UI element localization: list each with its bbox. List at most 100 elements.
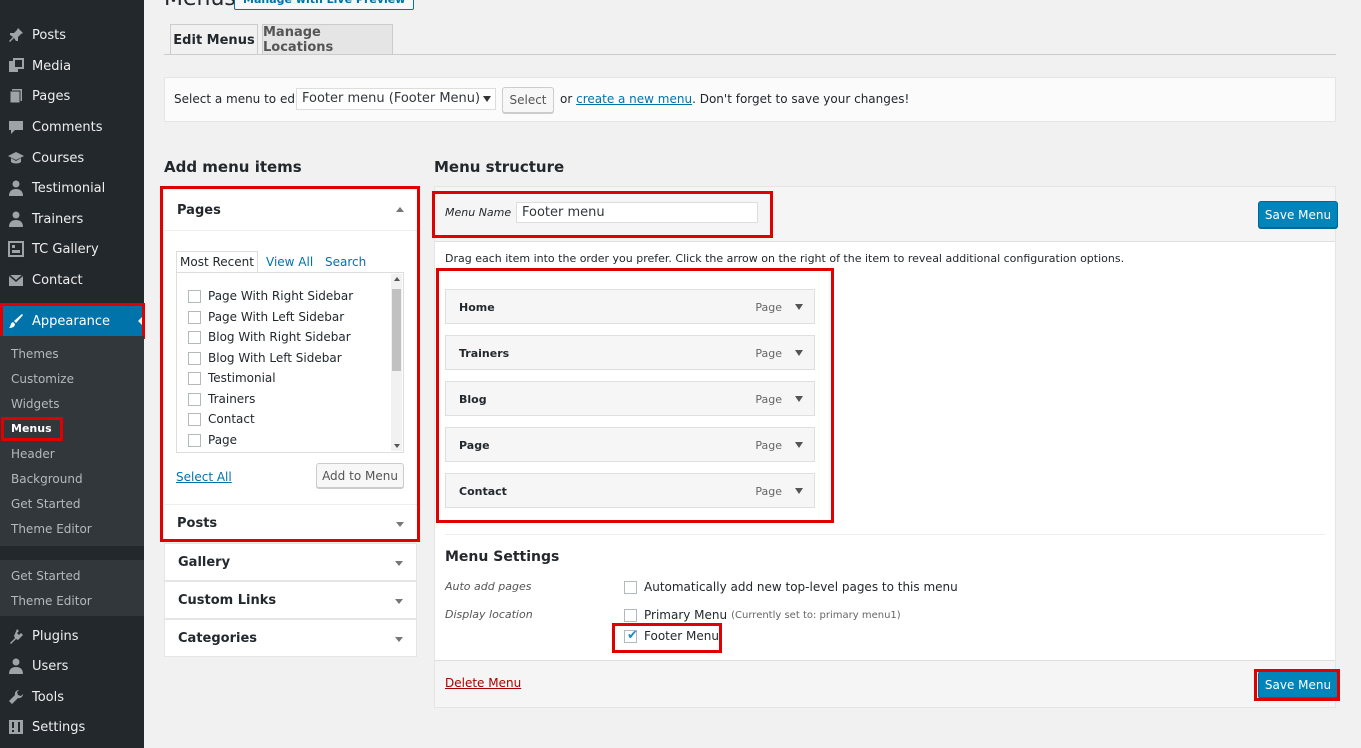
mail-icon: [8, 272, 24, 288]
primary-menu-checkbox[interactable]: [624, 608, 637, 622]
categories-accordion[interactable]: Categories: [164, 619, 417, 657]
create-menu-link[interactable]: create a new menu: [576, 92, 692, 106]
pages-accordion: Pages Most Recent View All Search Page W…: [164, 190, 417, 542]
sidebar-item-label: Settings: [32, 719, 86, 735]
menu-select-dropdown[interactable]: Footer menu (Footer Menu): [296, 88, 496, 110]
menu-item[interactable]: Blog Page: [445, 381, 815, 416]
list-item[interactable]: Page With Right Sidebar: [188, 289, 353, 303]
sidebar-item-label: Comments: [32, 119, 103, 135]
list-item-label: Trainers: [208, 392, 256, 406]
save-menu-button-bottom[interactable]: Save Menu: [1258, 671, 1338, 698]
sidebar-item-posts[interactable]: Posts: [0, 20, 144, 50]
sidebar-item-label: Users: [32, 658, 69, 674]
list-item[interactable]: Blog With Right Sidebar: [188, 330, 351, 344]
tab-most-recent[interactable]: Most Recent: [176, 251, 258, 272]
expand-arrow-icon[interactable]: [795, 442, 803, 448]
expand-arrow-icon[interactable]: [795, 488, 803, 494]
list-item[interactable]: Contact: [188, 412, 255, 426]
gallery-icon: [8, 241, 24, 257]
expand-arrow-icon[interactable]: [795, 396, 803, 402]
menu-item[interactable]: Trainers Page: [445, 335, 815, 370]
sidebar-item-pages[interactable]: Pages: [0, 81, 144, 111]
expand-arrow-icon[interactable]: [795, 304, 803, 310]
sidebar-item-media[interactable]: Media: [0, 51, 144, 81]
list-item[interactable]: Page With Left Sidebar: [188, 310, 344, 324]
checkbox[interactable]: [188, 351, 201, 365]
gallery-accordion[interactable]: Gallery: [164, 543, 417, 581]
delete-menu-link[interactable]: Delete Menu: [445, 676, 521, 690]
submenu-get-started[interactable]: Get Started: [11, 495, 81, 513]
list-item[interactable]: Page: [188, 433, 237, 447]
menu-item[interactable]: Page Page: [445, 427, 815, 462]
sidebar-item-users[interactable]: Users: [0, 651, 144, 681]
scroll-up-icon[interactable]: [394, 277, 400, 281]
auto-add-checkbox[interactable]: [624, 580, 637, 594]
submenu-get-started-2[interactable]: Get Started: [11, 567, 81, 585]
menu-footer: Delete Menu Save Menu: [435, 660, 1338, 707]
sidebar-item-tc-gallery[interactable]: TC Gallery: [0, 234, 144, 264]
select-button[interactable]: Select: [502, 87, 554, 113]
menu-name-input[interactable]: Footer menu: [516, 202, 758, 223]
sidebar-item-tools[interactable]: Tools: [0, 682, 144, 712]
primary-menu-text: Primary Menu: [644, 608, 728, 622]
list-item[interactable]: Testimonial: [188, 371, 276, 385]
menu-select-value: Footer menu (Footer Menu): [302, 91, 481, 106]
tab-edit-menus[interactable]: Edit Menus: [170, 24, 258, 55]
submenu-menus[interactable]: Menus: [11, 420, 52, 438]
scroll-down-icon[interactable]: [394, 444, 400, 448]
expand-arrow-icon[interactable]: [795, 350, 803, 356]
tab-manage-locations[interactable]: Manage Locations: [262, 24, 393, 55]
footer-menu-option[interactable]: ✔ Footer Menu: [624, 629, 719, 643]
submenu-theme-editor-2[interactable]: Theme Editor: [11, 592, 92, 610]
tab-search[interactable]: Search: [325, 255, 366, 269]
sidebar-item-testimonial[interactable]: Testimonial: [0, 173, 144, 203]
save-menu-button-top[interactable]: Save Menu: [1258, 201, 1338, 228]
page-title: Menus: [164, 0, 236, 11]
tab-view-all[interactable]: View All: [266, 255, 313, 269]
checkbox[interactable]: [188, 371, 201, 385]
sidebar-item-trainers[interactable]: Trainers: [0, 204, 144, 234]
sidebar-item-comments[interactable]: Comments: [0, 112, 144, 142]
caret-up-icon[interactable]: [396, 207, 404, 212]
checkbox[interactable]: [188, 412, 201, 426]
scrollbar-thumb[interactable]: [392, 289, 401, 371]
auto-add-option[interactable]: Automatically add new top-level pages to…: [624, 580, 958, 594]
submenu-theme-editor[interactable]: Theme Editor: [11, 520, 92, 538]
custom-links-accordion-title: Custom Links: [178, 593, 277, 608]
menu-item-title: Page: [459, 439, 490, 452]
custom-links-accordion[interactable]: Custom Links: [164, 581, 417, 619]
checkbox[interactable]: [188, 330, 201, 344]
list-item[interactable]: Trainers: [188, 392, 255, 406]
posts-accordion-title[interactable]: Posts: [177, 516, 217, 531]
submenu-widgets[interactable]: Widgets: [11, 395, 60, 413]
select-all-link[interactable]: Select All: [176, 470, 232, 484]
checkbox[interactable]: [188, 392, 201, 406]
sidebar-item-courses[interactable]: Courses: [0, 143, 144, 173]
accordion-divider: [164, 504, 417, 505]
menu-item[interactable]: Contact Page: [445, 473, 815, 508]
add-to-menu-button[interactable]: Add to Menu: [316, 463, 404, 488]
footer-menu-checkbox[interactable]: ✔: [624, 629, 638, 643]
submenu-background[interactable]: Background: [11, 470, 83, 488]
submenu-customize[interactable]: Customize: [11, 370, 74, 388]
checkbox[interactable]: [188, 289, 201, 303]
list-item[interactable]: Blog With Left Sidebar: [188, 351, 342, 365]
caret-down-icon[interactable]: [396, 522, 404, 527]
sidebar-item-settings[interactable]: Settings: [0, 712, 144, 742]
pin-icon: [8, 27, 24, 43]
live-preview-button[interactable]: Manage with Live Preview: [234, 0, 415, 10]
sidebar-item-label: Contact: [32, 272, 83, 288]
pages-accordion-title[interactable]: Pages: [177, 203, 221, 218]
sidebar-item-contact[interactable]: Contact: [0, 265, 144, 295]
checkbox[interactable]: [188, 310, 201, 324]
primary-menu-option[interactable]: Primary Menu (Currently set to: primary …: [624, 608, 901, 622]
sidebar-item-plugins[interactable]: Plugins: [0, 621, 144, 651]
menu-item[interactable]: Home Page: [445, 289, 815, 324]
menu-name-label: Menu Name: [445, 206, 512, 219]
sidebar-item-appearance[interactable]: Appearance: [0, 306, 144, 336]
select-menu-label: Select a menu to edit:: [174, 92, 308, 106]
submenu-themes[interactable]: Themes: [11, 345, 59, 363]
sidebar-item-label: Testimonial: [32, 180, 106, 196]
checkbox[interactable]: [188, 433, 201, 447]
submenu-header[interactable]: Header: [11, 445, 55, 463]
